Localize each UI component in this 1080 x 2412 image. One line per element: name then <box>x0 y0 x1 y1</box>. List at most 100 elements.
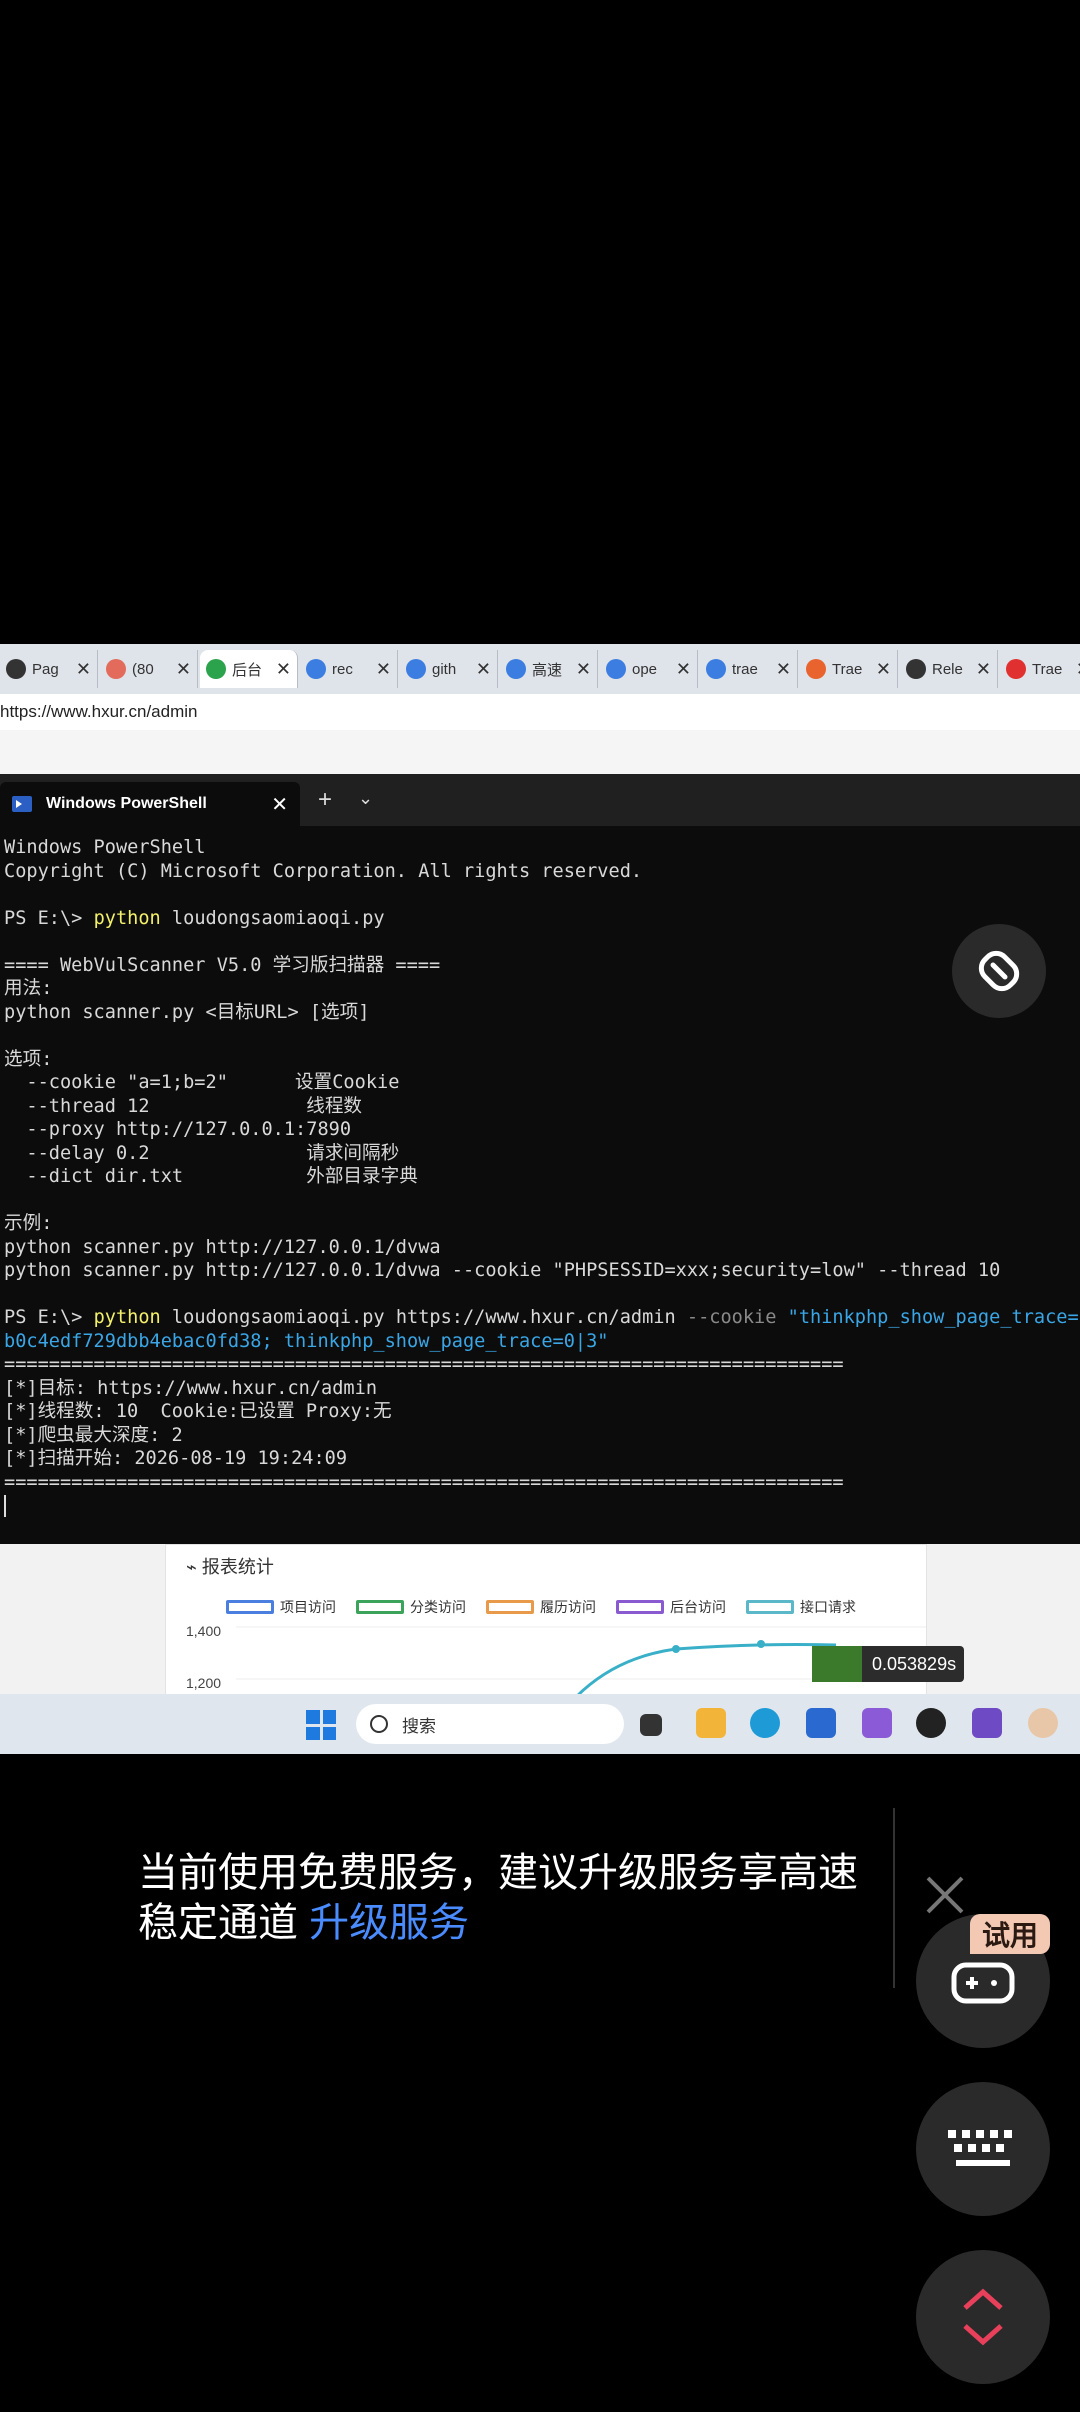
close-tab-icon[interactable]: ✕ <box>276 659 291 680</box>
browser-tab[interactable]: Rele ✕ <box>900 650 998 688</box>
browser-tab[interactable]: Trae ✕ <box>1000 650 1080 688</box>
close-tab-icon[interactable]: ✕ <box>176 659 191 680</box>
legend-item[interactable]: 项目访问 <box>226 1597 336 1617</box>
browser-tab[interactable]: ope ✕ <box>600 650 698 688</box>
legend-item[interactable]: 后台访问 <box>616 1597 726 1617</box>
search-icon <box>506 659 526 679</box>
powershell-tab[interactable]: Windows PowerShell ✕ <box>0 782 300 826</box>
close-tab-icon[interactable]: ✕ <box>1076 659 1080 680</box>
search-placeholder: 搜索 <box>402 1716 436 1736</box>
terminal-line: Windows PowerShell <box>4 837 206 858</box>
link-float-button[interactable] <box>952 924 1046 1018</box>
close-tab-icon[interactable]: ✕ <box>476 659 491 680</box>
close-tab-icon[interactable]: ✕ <box>876 659 891 680</box>
upgrade-link[interactable]: 升级服务 <box>309 1901 469 1945</box>
y-axis-tick: 1,200 <box>186 1675 222 1691</box>
terminal-args: loudongsaomiaoqi.py https://www.hxur.cn/… <box>160 1307 687 1328</box>
close-tab-icon[interactable]: ✕ <box>776 659 791 680</box>
browser-tab[interactable]: 高速 ✕ <box>500 650 598 688</box>
debug-timer: 0.053829s <box>812 1646 964 1682</box>
close-tab-icon[interactable]: ✕ <box>976 659 991 680</box>
collapse-button[interactable] <box>916 2250 1050 2384</box>
powershell-icon <box>12 796 32 812</box>
browser-tab[interactable]: gith ✕ <box>400 650 498 688</box>
chart-legend: 项目访问 分类访问 履历访问 后台访问 接口请求 <box>226 1597 856 1617</box>
terminal-line: --dict dir.txt 外部目录字典 <box>4 1166 418 1187</box>
legend-item[interactable]: 履历访问 <box>486 1597 596 1617</box>
browser-tab[interactable]: rec ✕ <box>300 650 398 688</box>
terminal-line: 选项: <box>4 1048 53 1070</box>
legend-swatch <box>616 1600 664 1614</box>
browser-tab-title: Pag <box>32 660 59 678</box>
browser-tab-title: trae <box>732 660 758 678</box>
interface-request-series <box>574 1643 837 1697</box>
legend-label: 分类访问 <box>410 1599 466 1615</box>
visual-studio-2-icon[interactable] <box>972 1708 1002 1738</box>
c-icon <box>806 659 826 679</box>
browser-tab[interactable]: Trae ✕ <box>800 650 898 688</box>
powershell-tab-bar: Windows PowerShell ✕ + ⌄ <box>0 774 1080 826</box>
tab-dropdown-button[interactable]: ⌄ <box>358 788 373 809</box>
terminal-string: "thinkphp_show_page_trace= <box>787 1307 1079 1328</box>
terminal-line: --delay 0.2 请求间隔秒 <box>4 1142 400 1164</box>
series-point <box>757 1640 765 1648</box>
terminal-line: [*]线程数: 10 Cookie:已设置 Proxy:无 <box>4 1401 392 1422</box>
legend-item[interactable]: 接口请求 <box>746 1597 856 1617</box>
legend-item[interactable]: 分类访问 <box>356 1597 466 1617</box>
address-bar[interactable]: https://www.hxur.cn/admin <box>0 694 1080 731</box>
report-title: ⌁ 报表统计 <box>186 1557 274 1577</box>
terminal-line: --proxy http://127.0.0.1:7890 <box>4 1119 352 1140</box>
chart-icon: ⌁ <box>186 1557 202 1577</box>
terminal-command: python <box>93 907 161 929</box>
edge-browser-icon[interactable] <box>750 1708 780 1738</box>
search-icon <box>370 1715 388 1733</box>
windows-taskbar: 搜索 <box>0 1694 1080 1754</box>
browser-tab-title: ope <box>632 660 658 678</box>
taskbar-search-box[interactable]: 搜索 <box>356 1704 624 1744</box>
series-point <box>672 1645 680 1653</box>
terminal-prompt: PS E:\> <box>4 1307 94 1328</box>
terminal-output[interactable]: Windows PowerShell Copyright (C) Microso… <box>4 836 1080 1518</box>
terminal-param: --cookie <box>686 1307 788 1328</box>
vertical-divider <box>893 1808 895 1988</box>
store-icon[interactable] <box>806 1708 836 1738</box>
link-icon <box>978 950 1020 992</box>
visual-studio-icon[interactable] <box>862 1708 892 1738</box>
tp-icon <box>206 659 226 679</box>
search-icon <box>706 659 726 679</box>
powershell-window[interactable]: Windows PowerShell ✕ + ⌄ Windows PowerSh… <box>0 774 1080 1544</box>
close-tab-icon[interactable]: ✕ <box>376 659 391 680</box>
browser-tab[interactable]: 后台 ✕ <box>200 650 298 688</box>
terminal-line: 示例: <box>4 1213 53 1234</box>
browser-tab-title: (80 <box>132 660 154 678</box>
browser-tab-title: 高速 <box>532 661 563 679</box>
github-icon <box>6 659 26 679</box>
browser-tab-title: Rele <box>932 660 963 678</box>
legend-label: 项目访问 <box>280 1599 336 1615</box>
close-icon[interactable] <box>920 1870 970 1920</box>
close-tab-icon[interactable]: ✕ <box>271 792 288 817</box>
new-tab-button[interactable]: + <box>318 786 332 814</box>
browser-tab[interactable]: trae ✕ <box>700 650 798 688</box>
browser-tab[interactable]: Pag ✕ <box>0 650 98 688</box>
keyboard-button[interactable] <box>916 2082 1050 2216</box>
file-explorer-icon[interactable] <box>696 1708 726 1738</box>
terminal-command: python <box>93 1307 161 1328</box>
page-header-strip <box>0 730 1080 774</box>
upgrade-banner-text: 当前使用免费服务，建议升级服务享高速稳定通道 升级服务 <box>138 1848 878 1948</box>
terminal-args: loudongsaomiaoqi.py <box>160 907 385 929</box>
y-axis-tick: 1,400 <box>186 1623 222 1639</box>
qq-icon[interactable] <box>916 1708 946 1738</box>
windows-start-button[interactable] <box>306 1710 336 1740</box>
close-tab-icon[interactable]: ✕ <box>676 659 691 680</box>
terminal-line: Copyright (C) Microsoft Corporation. All… <box>4 860 643 882</box>
avatar-icon[interactable] <box>1028 1708 1058 1738</box>
legend-swatch <box>746 1600 794 1614</box>
task-view-icon[interactable] <box>640 1714 662 1736</box>
upgrade-message: 当前使用免费服务，建议升级服务享高速稳定通道 <box>138 1851 858 1945</box>
close-tab-icon[interactable]: ✕ <box>76 659 91 680</box>
legend-swatch <box>226 1600 274 1614</box>
remote-desktop-view[interactable]: Pag ✕ (80 ✕ 后台 ✕ rec ✕ gith ✕ 高速 ✕ ope ✕ trae ✕ Trae ✕ Rel… <box>0 644 1080 1754</box>
close-tab-icon[interactable]: ✕ <box>576 659 591 680</box>
browser-tab[interactable]: (80 ✕ <box>100 650 198 688</box>
